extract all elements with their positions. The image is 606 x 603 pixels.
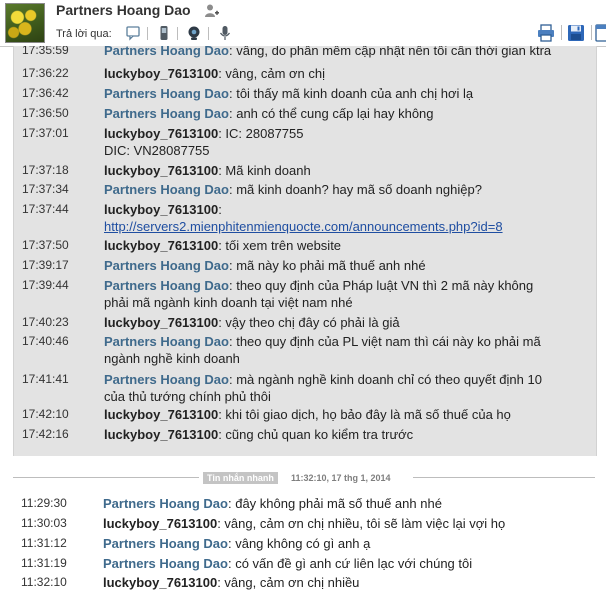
message-time: 11:31:12 — [21, 536, 67, 550]
add-person-icon[interactable] — [204, 3, 220, 19]
message-time: 17:36:50 — [22, 106, 69, 120]
message-text: : vâng, cảm ơn chị nhiều — [217, 575, 360, 590]
save-icon[interactable] — [566, 23, 586, 43]
message-time: 17:35:59 — [22, 46, 69, 57]
reply-via-label: Trả lời qua: — [56, 28, 112, 40]
message-text: : mà ngành nghề kinh doanh chỉ có theo q… — [228, 372, 542, 387]
divider-line — [13, 477, 199, 478]
message-time: 17:40:23 — [22, 315, 69, 329]
message-time: 17:42:10 — [22, 407, 69, 421]
message-sender[interactable]: Partners Hoang Dao — [104, 182, 229, 197]
message-sender[interactable]: Partners Hoang Dao — [104, 258, 229, 273]
message-text: : có vấn đề gì anh cứ liên lạc với chúng… — [227, 556, 473, 571]
chat-icon[interactable] — [125, 25, 141, 41]
message-text: : vâng không có gì anh ạ — [227, 536, 371, 551]
message-text: : cũng chủ quan ko kiểm tra trước — [218, 427, 414, 442]
chat-header: Partners Hoang Dao Trả lời qua: — [0, 0, 606, 47]
message-time: 17:36:22 — [22, 66, 69, 80]
message-time: 17:41:41 — [22, 372, 69, 386]
message-text: : anh có thể cung cấp lại hay không — [228, 106, 434, 121]
message-sender[interactable]: luckyboy_7613100 — [104, 315, 218, 330]
session-divider: Tin nhắn nhanh 11:32:10, 17 thg 1, 2014 — [13, 472, 595, 484]
message-time: 17:36:42 — [22, 86, 69, 100]
message-text: : vậy theo chị đây có phải là giả — [218, 315, 400, 330]
message-time: 17:37:18 — [22, 163, 69, 177]
message-time: 17:37:01 — [22, 126, 69, 140]
message-time: 11:32:10 — [21, 575, 67, 589]
message-text: : IC: 28087755 — [218, 126, 304, 141]
message-text: : vâng, cảm ơn chị — [218, 66, 325, 81]
message-text: : tôi thấy mã kinh doanh của anh chị hơi… — [228, 86, 474, 101]
message-text: : vâng, do phần mềm cập nhật nên tôi cần… — [228, 46, 552, 58]
message-sender[interactable]: luckyboy_7613100 — [104, 66, 218, 81]
message-sender[interactable]: luckyboy_7613100 — [104, 126, 218, 141]
message-text: : Mã kinh doanh — [218, 163, 311, 178]
recent-messages[interactable]: 11:29:30 Partners Hoang Dao: đây không p… — [13, 490, 595, 603]
message-sender[interactable]: Partners Hoang Dao — [103, 556, 228, 571]
message-sender[interactable]: luckyboy_7613100 — [104, 202, 218, 217]
chat-history[interactable]: 17:35:59 Partners Hoang Dao: vâng, do ph… — [13, 46, 597, 456]
message-text: : đây không phải mã số thuế anh nhé — [227, 496, 442, 511]
message-time: 17:42:16 — [22, 427, 69, 441]
message-sender[interactable]: luckyboy_7613100 — [104, 407, 218, 422]
message-sender[interactable]: luckyboy_7613100 — [104, 427, 218, 442]
avatar[interactable] — [5, 3, 45, 43]
message-text: : — [218, 202, 222, 217]
message-text: : theo quy định của Pháp luật VN thì 2 m… — [228, 278, 534, 293]
message-text: : tối xem trên website — [218, 238, 342, 253]
webcam-icon[interactable] — [186, 25, 202, 41]
contact-name: Partners Hoang Dao — [56, 2, 191, 18]
message-sender[interactable]: Partners Hoang Dao — [104, 372, 229, 387]
message-time: 17:37:34 — [22, 182, 69, 196]
message-text: : mã này ko phải mã thuế anh nhé — [228, 258, 426, 273]
message-time: 17:40:46 — [22, 334, 69, 348]
phone-icon[interactable] — [156, 25, 172, 41]
session-timestamp: 11:32:10, 17 thg 1, 2014 — [291, 473, 391, 483]
message-text: : theo quy định của PL việt nam thì cái … — [228, 334, 541, 349]
message-link[interactable]: http://servers2.mienphitenmienquocte.com… — [104, 219, 503, 234]
message-sender[interactable]: Partners Hoang Dao — [104, 106, 229, 121]
message-time: 11:30:03 — [21, 516, 67, 530]
message-sender[interactable]: luckyboy_7613100 — [104, 238, 218, 253]
message-time: 11:31:19 — [21, 556, 67, 570]
message-sender[interactable]: Partners Hoang Dao — [103, 496, 228, 511]
message-sender[interactable]: Partners Hoang Dao — [104, 334, 229, 349]
message-sender[interactable]: Partners Hoang Dao — [104, 86, 229, 101]
message-text: : vâng, cảm ơn chị nhiều, tôi sẽ làm việ… — [217, 516, 506, 531]
message-text-line2: của thủ tướng chính phủ thôi — [104, 389, 271, 404]
message-time: 17:39:17 — [22, 258, 69, 272]
quick-message-tag: Tin nhắn nhanh — [203, 472, 278, 484]
divider-line — [413, 477, 595, 478]
message-time: 11:29:30 — [21, 496, 67, 510]
message-text-line2: ngành nghề kinh doanh — [104, 351, 240, 366]
message-time: 17:39:44 — [22, 278, 69, 292]
message-text-line2: DIC: VN28087755 — [104, 143, 210, 158]
print-icon[interactable] — [536, 23, 556, 43]
message-sender[interactable]: Partners Hoang Dao — [103, 536, 228, 551]
message-text: : mã kinh doanh? hay mã số doanh nghiệp? — [228, 182, 482, 197]
message-sender[interactable]: luckyboy_7613100 — [104, 163, 218, 178]
message-sender[interactable]: Partners Hoang Dao — [104, 278, 229, 293]
message-text-line2: phải mã ngành kinh doanh tại việt nam nh… — [104, 295, 353, 310]
close-panel-icon[interactable] — [595, 23, 606, 43]
message-text: : khi tôi giao dịch, họ bảo đây là mã số… — [218, 407, 511, 422]
message-sender[interactable]: luckyboy_7613100 — [103, 516, 217, 531]
message-sender[interactable]: luckyboy_7613100 — [103, 575, 217, 590]
message-time: 17:37:50 — [22, 238, 69, 252]
microphone-icon[interactable] — [217, 25, 233, 41]
message-time: 17:37:44 — [22, 202, 69, 216]
message-sender[interactable]: Partners Hoang Dao — [104, 46, 229, 58]
